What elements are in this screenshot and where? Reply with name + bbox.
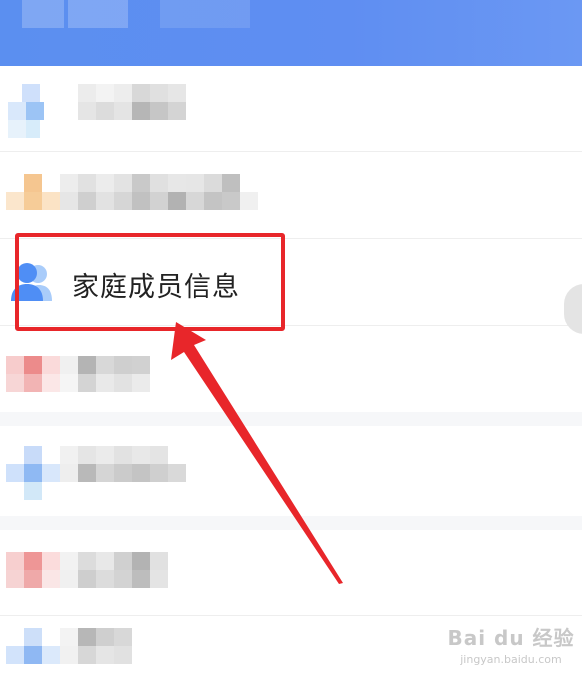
list-item[interactable] (0, 616, 582, 686)
app-header (0, 0, 582, 66)
list-item[interactable] (0, 326, 582, 412)
family-members-icon (11, 263, 52, 301)
list-item[interactable] (0, 152, 582, 239)
list-item[interactable] (0, 66, 582, 152)
header-blurred-text (160, 0, 250, 28)
list-item[interactable] (0, 426, 582, 516)
family-info-item[interactable]: 家庭成员信息 (0, 239, 582, 326)
header-blurred-text (22, 0, 64, 28)
section-gap (0, 516, 582, 530)
section-gap (0, 412, 582, 426)
list-item[interactable] (0, 530, 582, 616)
header-blurred-text (68, 0, 128, 28)
family-info-label: 家庭成员信息 (72, 272, 240, 303)
